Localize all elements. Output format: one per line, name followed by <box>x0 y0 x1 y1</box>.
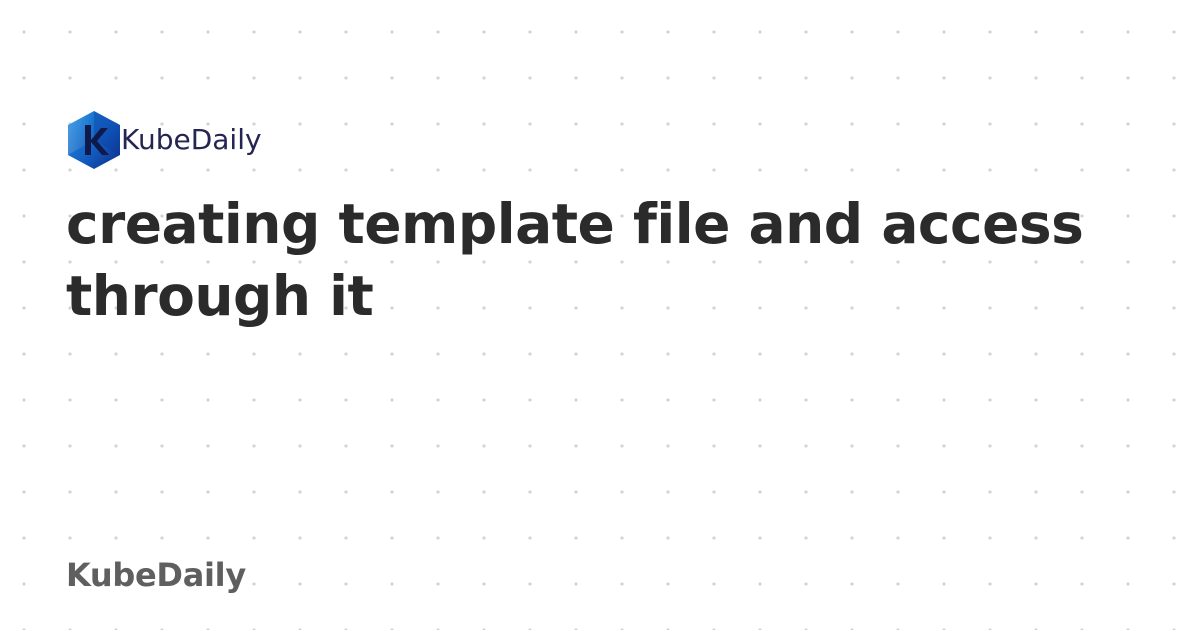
post-title: creating template file and access throug… <box>66 192 1084 328</box>
kubedaily-hexagon-k-icon <box>68 111 120 169</box>
footer-brand-name: KubeDaily <box>66 556 246 594</box>
social-share-card: KubeDaily creating template file and acc… <box>0 0 1200 630</box>
site-logo[interactable]: KubeDaily <box>64 108 262 172</box>
logo-wordmark: KubeDaily <box>121 123 262 156</box>
